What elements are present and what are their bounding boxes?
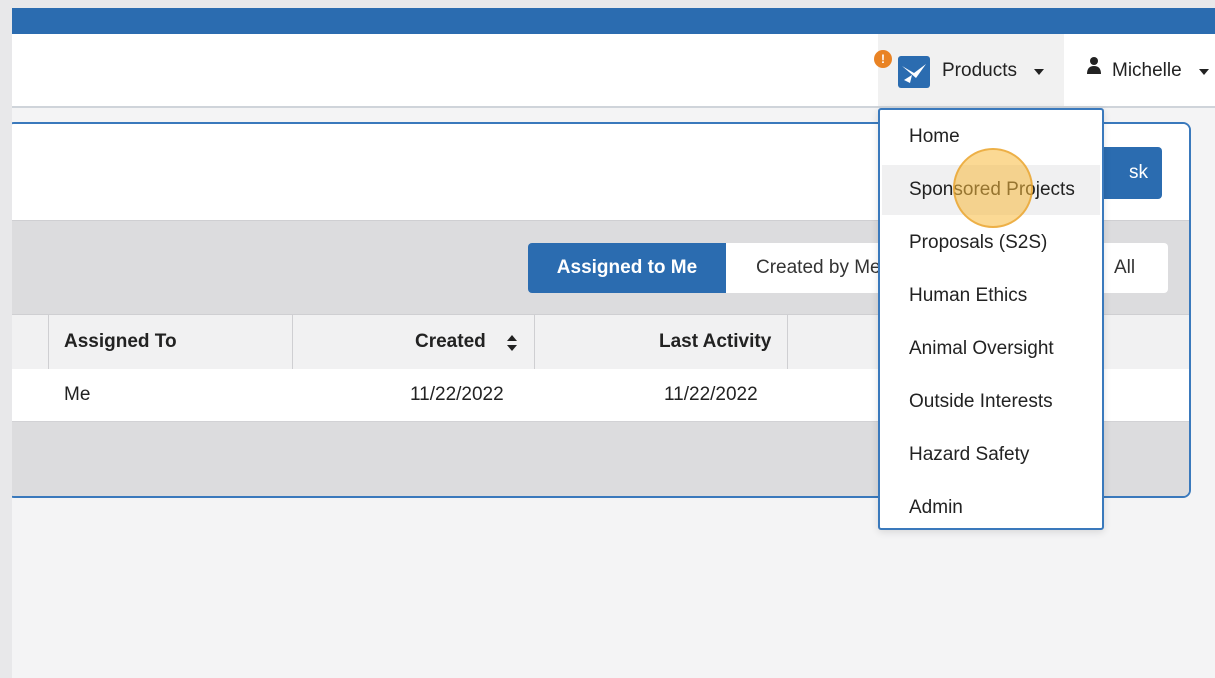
menu-item-outside-interests[interactable]: Outside Interests [882, 377, 1100, 427]
chevron-down-icon [1034, 69, 1044, 75]
app-logo-icon [898, 56, 930, 88]
tab-created-by-me[interactable]: Created by Me [726, 243, 886, 293]
menu-item-sponsored-projects[interactable]: Sponsored Projects [882, 165, 1100, 215]
user-icon [1087, 57, 1101, 74]
column-assigned-to[interactable]: Assigned To [64, 315, 177, 369]
tab-assigned-to-me[interactable]: Assigned to Me [528, 243, 726, 293]
menu-item-home[interactable]: Home [882, 112, 1100, 162]
products-dropdown-menu: Home Sponsored Projects Proposals (S2S) … [878, 108, 1104, 530]
column-created[interactable]: Created [415, 315, 486, 369]
menu-item-admin[interactable]: Admin [882, 483, 1100, 533]
menu-item-proposals-s2s[interactable]: Proposals (S2S) [882, 218, 1100, 268]
chevron-down-icon [1199, 69, 1209, 75]
app-header: ! Products Michelle [12, 34, 1215, 108]
cell-assigned-to: Me [64, 384, 91, 405]
products-label[interactable]: Products [942, 60, 1017, 82]
column-divider [292, 315, 293, 369]
cell-created: 11/22/2022 [410, 384, 504, 405]
top-accent-bar [12, 8, 1215, 34]
column-divider [534, 315, 535, 369]
app-window: ! Products Michelle sk Assigned to Me Cr… [12, 8, 1215, 678]
column-last-activity[interactable]: Last Activity [659, 315, 771, 369]
cell-last-activity: 11/22/2022 [664, 384, 758, 405]
menu-item-human-ethics[interactable]: Human Ethics [882, 271, 1100, 321]
info-icon[interactable]: ! [874, 50, 892, 68]
column-divider [787, 315, 788, 369]
user-menu-button[interactable]: Michelle [1112, 60, 1182, 82]
column-divider [48, 315, 49, 369]
menu-item-hazard-safety[interactable]: Hazard Safety [882, 430, 1100, 480]
sort-icon[interactable] [506, 334, 518, 352]
menu-item-animal-oversight[interactable]: Animal Oversight [882, 324, 1100, 374]
tab-all[interactable]: All [1098, 243, 1168, 293]
